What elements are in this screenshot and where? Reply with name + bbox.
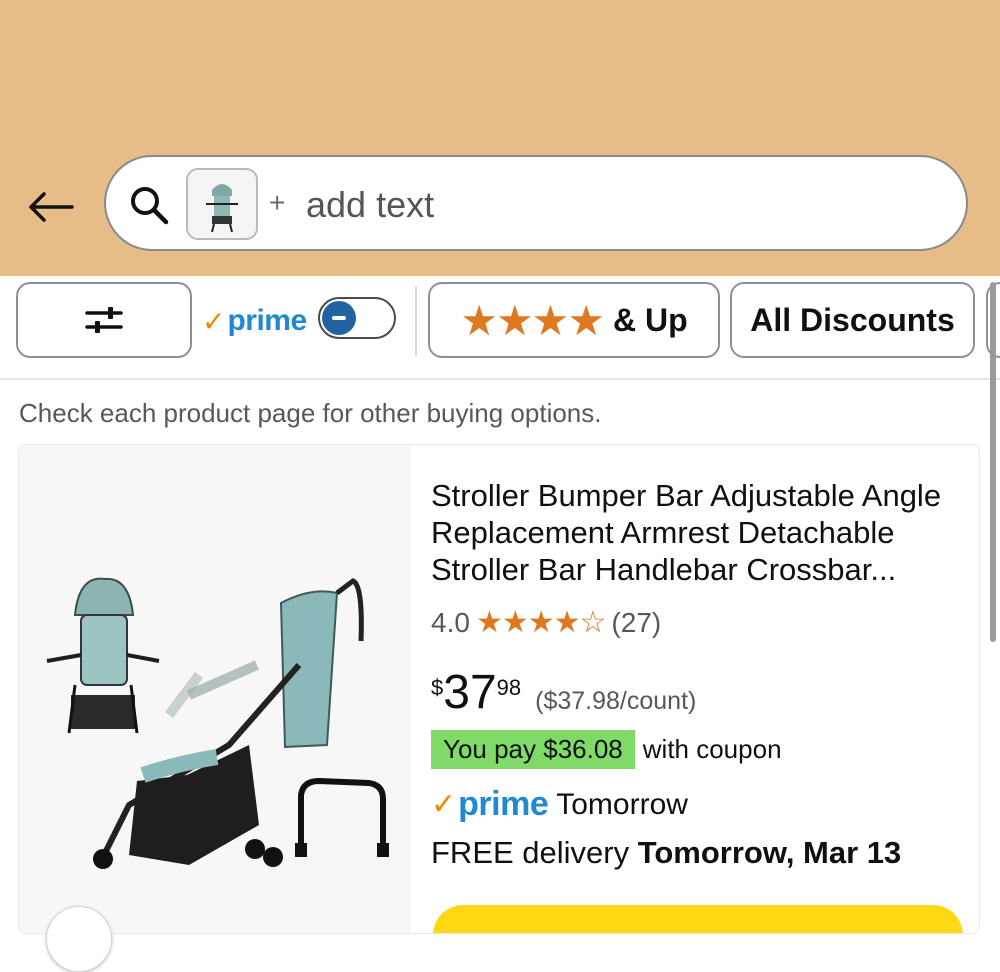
scrollbar[interactable] (990, 282, 996, 642)
add-to-cart-button[interactable] (433, 905, 963, 933)
filters-button[interactable] (16, 282, 192, 358)
product-image[interactable] (19, 445, 411, 933)
prime-delivery-row: ✓ prime Tomorrow (431, 785, 688, 824)
coupon-row: You pay $36.08 with coupon (431, 730, 782, 769)
prime-check-icon: ✓ (202, 305, 226, 337)
prime-check-icon: ✓ (431, 788, 457, 821)
search-input[interactable] (304, 179, 908, 231)
rating-filter-chip[interactable]: ★★★★ & Up (428, 282, 720, 358)
coupon-badge: You pay $36.08 (431, 730, 635, 769)
discounts-filter-chip[interactable]: All Discounts (730, 282, 975, 358)
sliders-icon (85, 307, 123, 333)
add-text-plus: + (269, 187, 286, 218)
prime-logo: prime (458, 785, 549, 823)
filter-bar: ✓ prime ★★★★ & Up All Discounts (0, 276, 1000, 380)
price-fraction: 98 (496, 675, 522, 700)
rating-filter-label: & Up (612, 301, 688, 338)
rating-stars-icon: ★★★★☆ (475, 606, 606, 639)
prime-logo: prime (227, 304, 307, 337)
buying-options-note: Check each product page for other buying… (19, 398, 602, 428)
product-title[interactable]: Stroller Bumper Bar Adjustable Angle Rep… (431, 477, 971, 588)
free-delivery-text: FREE delivery Tomorrow, Mar 13 (431, 835, 901, 871)
image-carousel-button[interactable] (46, 906, 112, 972)
header: + (0, 0, 1000, 276)
image-search-thumbnail[interactable] (186, 168, 258, 240)
search-icon[interactable] (128, 184, 170, 226)
prime-toggle[interactable] (318, 297, 396, 339)
arrow-left-icon (29, 192, 74, 222)
coupon-text: with coupon (642, 734, 782, 764)
product-card[interactable]: Stroller Bumper Bar Adjustable Angle Rep… (18, 444, 980, 934)
prime-filter[interactable]: ✓ prime (202, 296, 307, 346)
rating-value: 4.0 (431, 606, 470, 638)
toggle-knob (322, 301, 356, 335)
delivery-date: Tomorrow, Mar 13 (637, 835, 902, 870)
filter-divider (415, 286, 417, 356)
price-whole: 37 (443, 666, 497, 719)
rating-count[interactable]: (27) (611, 607, 661, 639)
price-row: $ 37 98 ($37.98/count) (431, 669, 696, 717)
search-bar[interactable]: + (104, 155, 968, 251)
unit-price: ($37.98/count) (535, 687, 697, 715)
back-button[interactable] (26, 184, 76, 230)
price-symbol: $ (431, 675, 444, 700)
stroller-product-image (19, 445, 411, 933)
delivery-prefix: FREE delivery (431, 835, 638, 870)
star-rating-icon: ★★★★ (460, 296, 605, 344)
rating-row[interactable]: 4.0 ★★★★☆ (27) (431, 605, 661, 640)
stroller-thumbnail-image (188, 170, 256, 238)
prime-delivery-day: Tomorrow (556, 787, 688, 821)
discounts-filter-label: All Discounts (750, 301, 955, 338)
